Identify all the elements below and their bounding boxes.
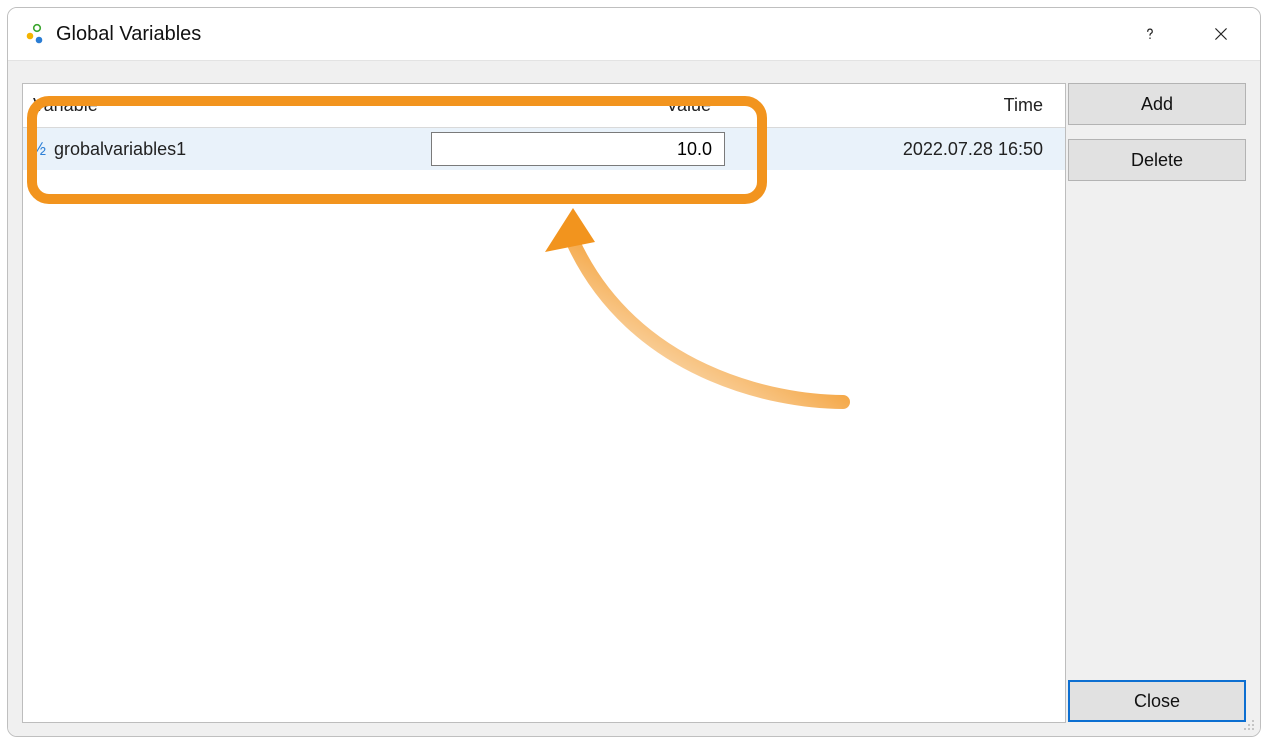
close-button[interactable]: Close <box>1068 680 1246 722</box>
value-input[interactable] <box>432 138 714 161</box>
variable-cell: ½ grobalvariables1 <box>23 139 431 160</box>
client-area: Variable Value Time ½ grobalvariables1 2… <box>8 60 1260 736</box>
table-row[interactable]: ½ grobalvariables1 2022.07.28 16:50 <box>23 128 1065 170</box>
app-icon <box>24 23 46 45</box>
fraction-icon: ½ <box>31 140 46 158</box>
annotation-arrow-icon <box>513 202 873 422</box>
column-header-time[interactable]: Time <box>731 95 1065 116</box>
time-cell: 2022.07.28 16:50 <box>731 139 1065 160</box>
table-header: Variable Value Time <box>23 84 1065 128</box>
value-input-wrap <box>431 132 725 166</box>
column-header-variable[interactable]: Variable <box>23 95 431 116</box>
window-title: Global Variables <box>56 23 201 46</box>
side-buttons: Add Delete <box>1068 83 1246 181</box>
titlebar: Global Variables <box>8 8 1260 60</box>
column-header-value[interactable]: Value <box>431 95 731 116</box>
variables-table: Variable Value Time ½ grobalvariables1 2… <box>22 83 1066 723</box>
dialog-window: Global Variables Variable Value Time ½ <box>7 7 1261 737</box>
add-button[interactable]: Add <box>1068 83 1246 125</box>
help-button[interactable] <box>1118 8 1182 60</box>
value-cell <box>431 132 731 166</box>
close-window-button[interactable] <box>1182 8 1260 60</box>
delete-button[interactable]: Delete <box>1068 139 1246 181</box>
resize-grip-icon[interactable] <box>1242 718 1258 734</box>
variable-name: grobalvariables1 <box>54 139 186 160</box>
